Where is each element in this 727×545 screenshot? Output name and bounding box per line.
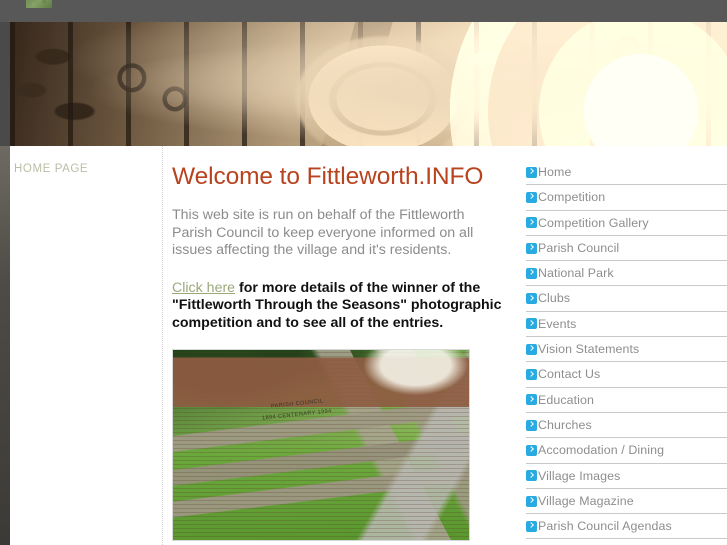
main-navigation: Home Competition Competition Gallery Parish… (526, 146, 727, 545)
nav-item-label: Village Images (538, 468, 621, 483)
nav-item-label: Competition (538, 190, 606, 205)
banner-image (10, 22, 727, 146)
chevron-right-icon (526, 369, 537, 381)
page-title: Welcome to Fittleworth.INFO (172, 163, 484, 190)
chevron-right-icon (526, 191, 537, 203)
chevron-right-icon (526, 217, 537, 229)
nav-item-label: Village Magazine (538, 493, 634, 508)
page-left-gutter (0, 146, 10, 545)
chevron-right-icon (526, 293, 537, 305)
intro-paragraph: This web site is run on behalf of the Fi… (172, 206, 474, 259)
main-content: Welcome to Fittleworth.INFO This web sit… (172, 146, 502, 545)
nav-item-education[interactable]: Education (526, 388, 727, 413)
nav-item-label: Parish Council Agendas (538, 519, 672, 534)
nav-item-vision-statements[interactable]: Vision Statements (526, 337, 727, 363)
bench-photo-image (173, 349, 469, 540)
nav-item-parish-council-minutes[interactable]: Parish Council Minutes (526, 539, 727, 545)
left-sidebar: HOME PAGE (10, 146, 163, 545)
bench-photo: PARISH COUNCIL 1894 CENTENARY 1994 (172, 348, 470, 541)
nav-item-clubs[interactable]: Clubs (526, 286, 727, 312)
chevron-right-icon (526, 495, 537, 507)
nav-item-churches[interactable]: Churches (526, 413, 727, 439)
nav-item-label: Home (538, 164, 572, 179)
nav-item-home[interactable]: Home (526, 160, 727, 186)
chevron-right-icon (526, 267, 537, 279)
chevron-right-icon (526, 520, 537, 532)
nav-item-label: Events (538, 316, 577, 331)
nav-item-parish-council-agendas[interactable]: Parish Council Agendas (526, 514, 727, 540)
site-logo-icon[interactable] (26, 0, 52, 8)
nav-item-national-park[interactable]: National Park (526, 261, 727, 287)
nav-item-events[interactable]: Events (526, 312, 727, 338)
top-bar (0, 0, 727, 22)
nav-item-label: National Park (538, 266, 614, 281)
promo-paragraph: Click here for more details of the winne… (172, 280, 502, 333)
nav-item-label: Education (538, 392, 595, 407)
nav-item-label: Accomodation / Dining (538, 443, 665, 458)
chevron-right-icon (526, 166, 537, 178)
sidebar-current-page-label: HOME PAGE (14, 163, 89, 175)
chevron-right-icon (526, 419, 537, 431)
chevron-right-icon (526, 394, 537, 406)
nav-item-label: Competition Gallery (538, 215, 649, 230)
banner-photo (10, 22, 727, 146)
page-root: HOME PAGE Welcome to Fittleworth.INFO Th… (0, 0, 727, 545)
nav-item-village-magazine[interactable]: Village Magazine (526, 489, 727, 515)
nav-item-village-images[interactable]: Village Images (526, 464, 727, 489)
nav-item-competition-gallery[interactable]: Competition Gallery (526, 211, 727, 236)
nav-item-label: Parish Council (538, 240, 620, 255)
nav-item-label: Clubs (538, 291, 571, 306)
chevron-right-icon (526, 444, 537, 456)
nav-item-label: Churches (538, 417, 592, 432)
chevron-right-icon (526, 242, 537, 254)
nav-item-label: Contact Us (538, 367, 601, 382)
nav-item-accomodation-dining[interactable]: Accomodation / Dining (526, 438, 727, 464)
chevron-right-icon (526, 343, 537, 355)
nav-item-label: Vision Statements (538, 342, 640, 357)
chevron-right-icon (526, 318, 537, 330)
competition-details-link[interactable]: Click here (172, 280, 235, 296)
nav-item-contact-us[interactable]: Contact Us (526, 362, 727, 388)
nav-item-competition[interactable]: Competition (526, 185, 727, 211)
chevron-right-icon (526, 470, 537, 482)
nav-item-parish-council[interactable]: Parish Council (526, 236, 727, 262)
